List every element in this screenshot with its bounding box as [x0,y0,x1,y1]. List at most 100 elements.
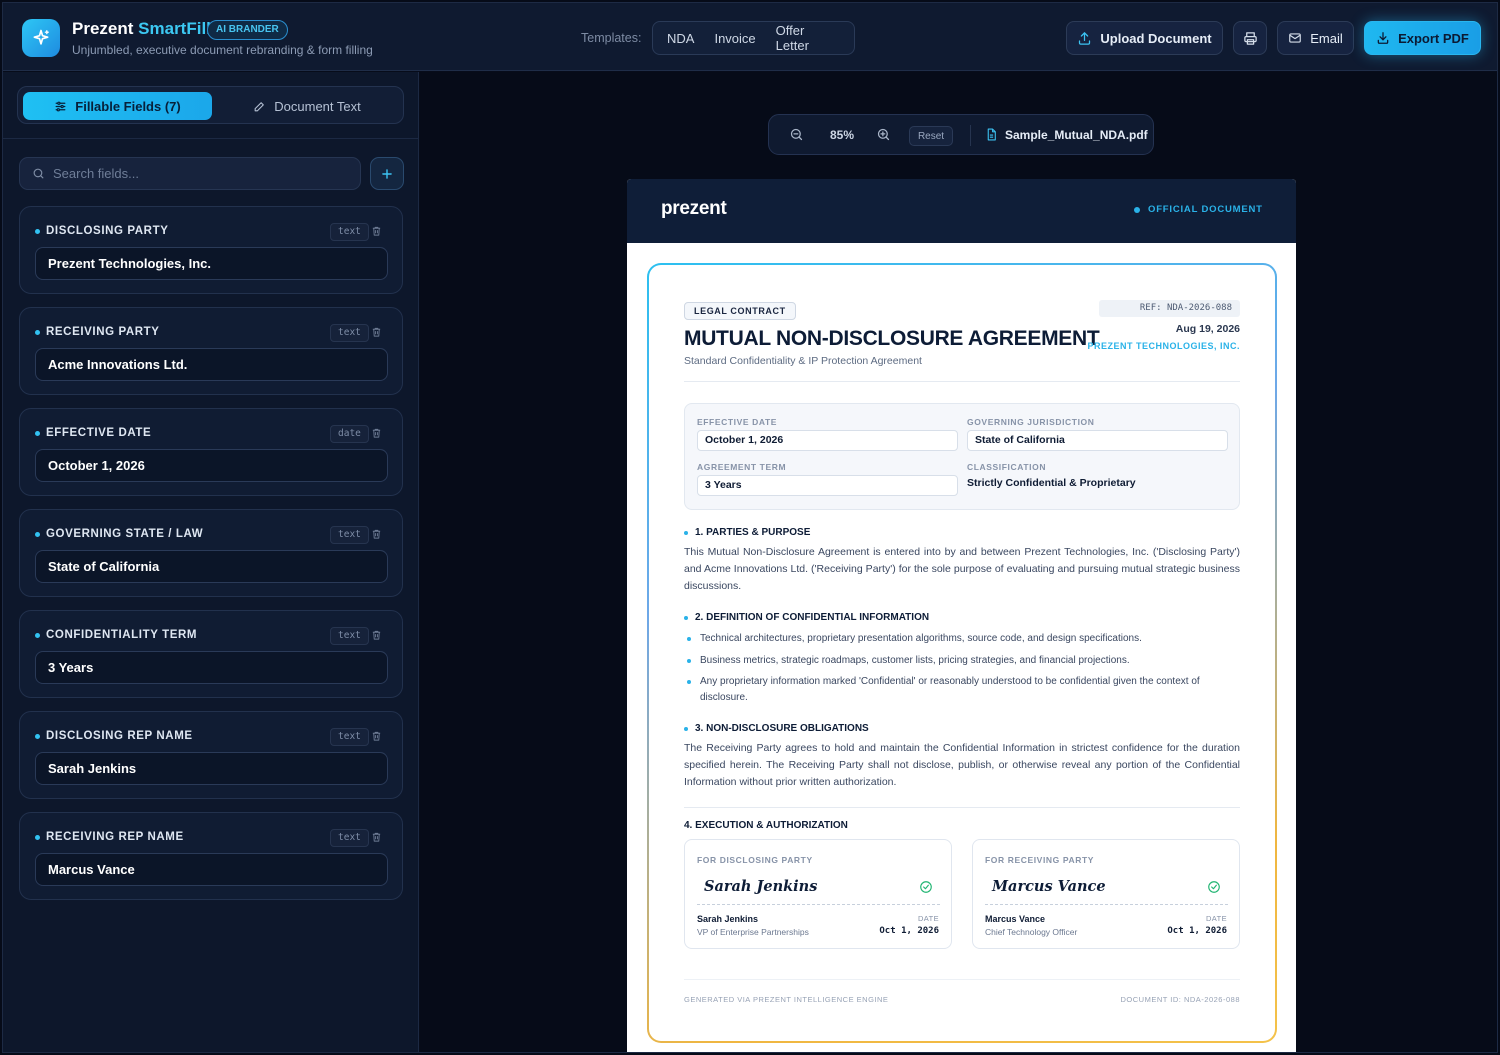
sidebar: Fillable Fields (7) Document Text DISCLO… [3,72,419,1052]
field-type-badge: text [330,829,369,847]
pencil-icon [254,101,265,111]
signature-line [985,904,1228,905]
section-body: The Receiving Party agrees to hold and m… [684,742,1240,788]
mail-icon [1289,33,1302,43]
field-label: GOVERNING STATE / LAW [46,528,204,540]
field-type-badge: text [330,526,369,544]
field-label: EFFECTIVE DATE [46,427,152,439]
field-input[interactable]: Acme Innovations Ltd. [35,348,388,381]
template-nda-button[interactable]: NDA [667,31,694,46]
upload-icon [1079,31,1091,45]
meta-label: AGREEMENT TERM [697,462,787,472]
field-input[interactable]: State of California [35,550,388,583]
meta-agreement-term[interactable]: 3 Years [697,475,958,496]
divider [684,381,1240,382]
field-label: RECEIVING PARTY [46,326,160,338]
template-offer-letter-button[interactable]: Offer Letter [776,23,834,53]
field-dot [35,633,40,638]
toolbar-divider [970,125,971,146]
trash-icon[interactable] [371,527,382,545]
document-gradient-border: LEGAL CONTRACT MUTUAL NON-DISCLOSURE AGR… [647,263,1277,1043]
field-label: DISCLOSING PARTY [46,225,169,237]
field-card-receiving-party: RECEIVING PARTY text Acme Innovations Lt… [19,307,403,395]
field-input[interactable]: Marcus Vance [35,853,388,886]
agreement-meta-box: EFFECTIVE DATE October 1, 2026 GOVERNING… [684,403,1240,510]
trash-icon[interactable] [371,224,382,242]
tab-document-text[interactable]: Document Text [214,92,400,120]
list-item: Technical architectures, proprietary pre… [684,631,1240,647]
signer-name: Sarah Jenkins [697,914,759,924]
app-title-accent: SmartFill [138,19,211,38]
meta-label: EFFECTIVE DATE [697,417,778,427]
app-subtitle: Unjumbled, executive document rebranding… [72,43,373,57]
field-label: RECEIVING REP NAME [46,831,184,843]
meta-label: CLASSIFICATION [967,462,1047,472]
footer-divider [684,979,1240,980]
file-name: Sample_Mutual_NDA.pdf [1005,128,1148,142]
export-pdf-button[interactable]: Export PDF [1364,21,1481,55]
trash-icon[interactable] [371,729,382,747]
section-heading: 3. NON-DISCLOSURE OBLIGATIONS [684,723,869,734]
zoom-out-icon[interactable] [789,127,804,147]
trash-icon[interactable] [371,426,382,444]
divider [684,807,1240,808]
list-item: Business metrics, strategic roadmaps, cu… [684,653,1240,669]
check-circle-icon [1207,880,1221,899]
reference-number: REF: NDA-2026-088 [1099,300,1240,317]
document-title: MUTUAL NON-DISCLOSURE AGREEMENT [684,327,1100,350]
field-card-effective-date: EFFECTIVE DATE date October 1, 2026 [19,408,403,496]
zoom-in-icon[interactable] [876,127,891,147]
field-input[interactable]: Sarah Jenkins [35,752,388,785]
legal-contract-tag: LEGAL CONTRACT [684,302,796,320]
sliders-icon [55,101,66,111]
field-type-badge: text [330,324,369,342]
meta-jurisdiction[interactable]: State of California [967,430,1228,451]
signer-role: VP of Enterprise Partnerships [697,927,809,937]
signature-script: Marcus Vance [992,878,1106,895]
add-field-button[interactable] [370,157,404,190]
tab-fillable-fields[interactable]: Fillable Fields (7) [23,92,212,120]
sidebar-divider [3,138,419,139]
signature-line [697,904,940,905]
signature-date: Oct 1, 2026 [1167,926,1227,936]
section-heading: 1. PARTIES & PURPOSE [684,527,810,538]
field-dot [35,734,40,739]
field-dot [35,431,40,436]
email-button[interactable]: Email [1277,21,1354,55]
list-item: Any proprietary information marked 'Conf… [684,674,1240,706]
file-icon [985,127,998,147]
template-invoice-button[interactable]: Invoice [714,31,755,46]
signature-card-disclosing: FOR DISCLOSING PARTY Sarah Jenkins Sarah… [684,839,952,949]
document-brand-logo: prezent [661,198,727,219]
app-title: Prezent SmartFill [72,19,211,39]
official-dot [1134,207,1140,213]
sidebar-tabs: Fillable Fields (7) Document Text [17,86,404,124]
document-footer-generated: GENERATED VIA PREZENT INTELLIGENCE ENGIN… [684,995,889,1004]
field-type-badge: text [330,728,369,746]
search-input[interactable] [53,166,343,181]
section-body: This Mutual Non-Disclosure Agreement is … [684,546,1240,592]
trash-icon[interactable] [371,628,382,646]
document-date: Aug 19, 2026 [1175,323,1240,335]
field-card-disclosing-rep-name: DISCLOSING REP NAME text Sarah Jenkins [19,711,403,799]
field-card-governing-law: GOVERNING STATE / LAW text State of Cali… [19,509,403,597]
field-type-badge: text [330,627,369,645]
meta-label: GOVERNING JURISDICTION [967,417,1095,427]
trash-icon[interactable] [371,830,382,848]
field-input[interactable]: Prezent Technologies, Inc. [35,247,388,280]
document-company: PREZENT TECHNOLOGIES, INC. [1087,341,1240,351]
signature-for-label: FOR DISCLOSING PARTY [697,855,813,865]
document-body: LEGAL CONTRACT MUTUAL NON-DISCLOSURE AGR… [649,265,1275,1041]
meta-effective-date[interactable]: October 1, 2026 [697,430,958,451]
upload-document-button[interactable]: Upload Document [1066,21,1223,55]
print-button[interactable] [1233,21,1267,55]
field-input[interactable]: 3 Years [35,651,388,684]
templates-label: Templates: [581,31,642,45]
field-input[interactable]: October 1, 2026 [35,449,388,482]
check-circle-icon [919,880,933,899]
templates-group: NDA Invoice Offer Letter [652,21,855,55]
app-title-main: Prezent [72,19,134,38]
trash-icon[interactable] [371,325,382,343]
field-type-badge: text [330,223,369,241]
reset-zoom-button[interactable]: Reset [909,126,953,146]
